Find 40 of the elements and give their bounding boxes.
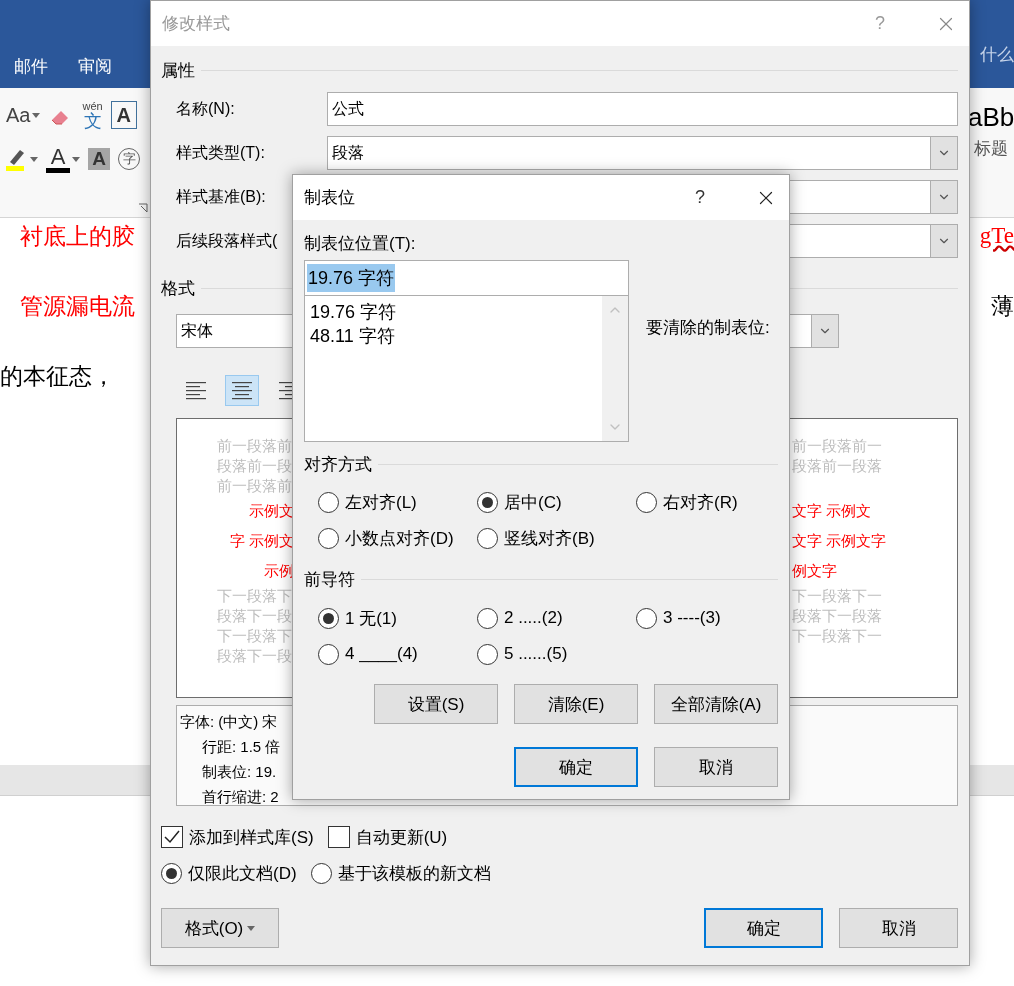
checkbox-label: 自动更新(U) — [355, 826, 448, 849]
radio-label: 右对齐(R) — [663, 491, 738, 514]
preview-text: 文字 示例文字 — [792, 531, 887, 551]
description-text: 制表位: 19. — [201, 762, 277, 782]
radio-label: 1 无(1) — [345, 607, 397, 630]
field-label: 制表位位置(T): — [304, 234, 416, 253]
radio-label: 左对齐(L) — [345, 491, 417, 514]
preview-text: 示例文 — [248, 501, 294, 521]
section-heading: 属性 — [161, 59, 195, 82]
radio-label: 竖线对齐(B) — [504, 527, 595, 550]
radio-label: 居中(C) — [504, 491, 562, 514]
dialog-title: 制表位 — [304, 187, 356, 209]
field-label: 要清除的制表位: — [646, 317, 770, 339]
preview-text: 例文字 — [792, 561, 837, 581]
section-heading: 对齐方式 — [304, 453, 372, 476]
document-text: gTe — [979, 223, 1014, 249]
preview-text: 字 示例文 — [228, 531, 294, 551]
field-label: 名称(N): — [176, 99, 235, 117]
radio-label: 小数点对齐(D) — [345, 527, 454, 550]
description-text: 行距: 1.5 倍 — [201, 737, 281, 757]
description-text: 字体: (中文) 宋 — [180, 712, 278, 732]
preview-text: 文字 示例文 — [792, 501, 872, 521]
document-text: 管源漏电流 — [19, 292, 135, 321]
radio-label: 3 ----(3) — [663, 608, 721, 628]
description-text: 首行缩进: 2 — [201, 787, 279, 807]
document-text: 衬底上的胶 — [19, 222, 135, 251]
document-text: 的本征态， — [0, 362, 115, 391]
field-label: 后续段落样式( — [176, 231, 278, 249]
section-heading: 前导符 — [304, 568, 355, 591]
radio-label: 4 ____(4) — [345, 644, 418, 664]
radio-label: 2 .....(2) — [504, 608, 563, 628]
checkbox-label: 添加到样式库(S) — [189, 826, 314, 849]
field-label: 样式类型(T): — [176, 143, 265, 161]
section-heading: 格式 — [161, 277, 195, 300]
radio-label: 基于该模板的新文档 — [337, 862, 491, 885]
document-text: 薄 — [991, 292, 1014, 321]
dialog-title: 修改样式 — [162, 13, 231, 35]
radio-label: 5 ......(5) — [504, 644, 568, 664]
field-label: 样式基准(B): — [176, 187, 266, 205]
radio-label: 仅限此文档(D) — [188, 862, 297, 885]
